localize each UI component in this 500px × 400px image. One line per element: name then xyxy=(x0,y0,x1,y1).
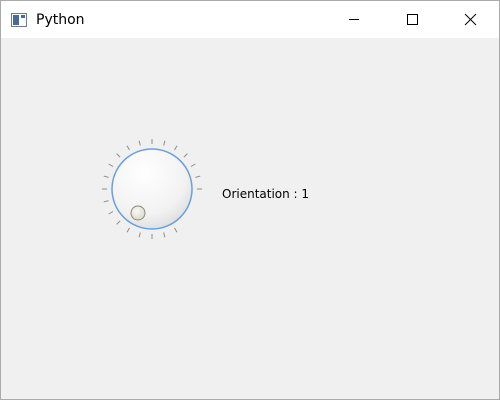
orientation-label: Orientation : 1 xyxy=(222,187,310,201)
dial-notch xyxy=(116,153,121,158)
dial-notch xyxy=(190,163,196,167)
app-window: Python Orientation: 1 xyxy=(0,0,500,400)
client-area xyxy=(1,38,499,399)
dial-notch xyxy=(163,140,166,146)
dial-notch xyxy=(183,153,188,158)
dial-notch xyxy=(138,232,141,238)
window-title: Python xyxy=(36,12,85,28)
maximize-button[interactable] xyxy=(389,1,435,38)
dial-notch xyxy=(108,211,114,215)
dial-notch xyxy=(138,140,141,146)
dial-notch xyxy=(126,145,130,151)
maximize-icon xyxy=(407,14,418,25)
dial-notch xyxy=(195,175,201,178)
close-icon xyxy=(464,13,477,26)
dial-notch xyxy=(103,200,109,203)
close-button[interactable] xyxy=(447,1,493,38)
minimize-button[interactable] xyxy=(331,1,377,38)
title-bar[interactable]: Python xyxy=(1,1,499,38)
dial-notch xyxy=(126,227,130,233)
dial-notch xyxy=(103,175,109,178)
dial-notch xyxy=(174,227,178,233)
dial-notch xyxy=(108,163,114,167)
dial-notch xyxy=(116,220,121,225)
dial-notch xyxy=(174,145,178,151)
dial-face[interactable] xyxy=(111,148,193,230)
minimize-icon xyxy=(349,19,359,20)
dial-handle[interactable] xyxy=(130,205,146,221)
python-window-icon xyxy=(11,12,27,27)
dial-notch xyxy=(163,232,166,238)
orientation-dial[interactable] xyxy=(96,127,208,239)
